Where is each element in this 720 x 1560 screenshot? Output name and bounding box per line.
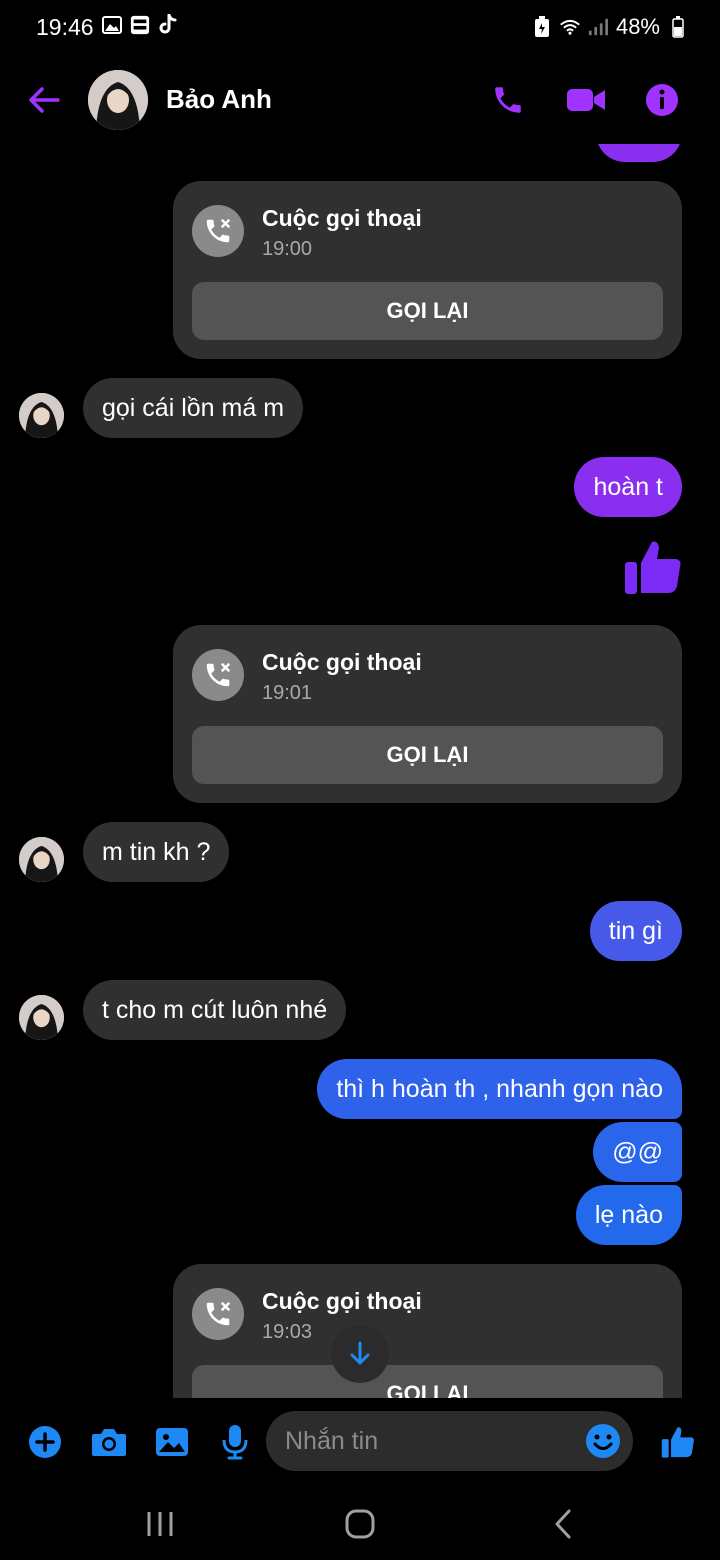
- missed-call-icon: [192, 1288, 244, 1340]
- sender-avatar[interactable]: [19, 393, 64, 438]
- signal-icon: [588, 17, 608, 37]
- system-back-button[interactable]: [543, 1504, 583, 1544]
- call-time: 19:03: [262, 1321, 313, 1343]
- incoming-message[interactable]: t cho m cút luôn nhé: [83, 980, 347, 1040]
- thumbs-up-icon: [661, 1427, 694, 1458]
- call-back-button[interactable]: GỌI LẠI: [192, 726, 663, 784]
- thumbs-up-sticker[interactable]: [622, 536, 684, 598]
- video-camera-icon: [567, 89, 605, 111]
- recent-apps-icon: [147, 1512, 173, 1536]
- camera-button[interactable]: [87, 1420, 131, 1464]
- more-actions-button[interactable]: [23, 1420, 67, 1464]
- missed-call-card: Cuộc gọi thoại 19:01 GỌI LẠI: [173, 625, 682, 803]
- battery-level: 48%: [615, 14, 660, 39]
- camera-icon: [92, 1429, 126, 1456]
- baomoi-icon: [130, 15, 150, 35]
- home-icon: [345, 1509, 375, 1539]
- call-title: Cuộc gọi thoại: [262, 1288, 422, 1314]
- wifi-icon: [560, 17, 580, 37]
- chevron-left-icon: [555, 1509, 571, 1539]
- info-button[interactable]: [640, 78, 684, 122]
- thumbs-up-icon: [625, 541, 681, 594]
- image-icon: [156, 1428, 188, 1456]
- call-title: Cuộc gọi thoại: [262, 205, 422, 231]
- outgoing-message[interactable]: lẹ nào: [575, 1185, 682, 1245]
- call-title: Cuộc gọi thoại: [262, 649, 422, 675]
- outgoing-message[interactable]: hoàn t: [574, 457, 682, 517]
- call-time: 19:00: [262, 238, 313, 260]
- outgoing-message[interactable]: thì h hoàn th , nhanh gọn nào: [317, 1059, 682, 1119]
- emoji-button[interactable]: [585, 1423, 621, 1459]
- incoming-message[interactable]: gọi cái lồn má m: [83, 378, 304, 438]
- message-input-container[interactable]: [266, 1411, 633, 1471]
- chat-header: Bảo Anh: [0, 56, 720, 144]
- send-like-button[interactable]: [656, 1420, 700, 1464]
- missed-call-card: Cuộc gọi thoại 19:00 GỌI LẠI: [173, 181, 682, 359]
- missed-call-card: Cuộc gọi thoại 19:03 GỌI LẠI: [173, 1264, 682, 1398]
- outgoing-message-partial[interactable]: [596, 144, 682, 162]
- system-navigation-bar: [0, 1486, 720, 1560]
- call-back-button[interactable]: GỌI LẠI: [192, 1365, 663, 1398]
- message-list[interactable]: Cuộc gọi thoại 19:00 GỌI LẠI gọi cái lồn…: [0, 144, 720, 1398]
- microphone-icon: [222, 1425, 248, 1460]
- video-call-button[interactable]: [564, 78, 608, 122]
- battery-icon: [668, 16, 688, 38]
- battery-saver-icon: [532, 16, 552, 37]
- status-bar: 19:46 48%: [0, 0, 720, 56]
- arrow-down-icon: [350, 1341, 370, 1365]
- outgoing-message[interactable]: tin gì: [589, 901, 682, 961]
- info-icon: [646, 84, 678, 116]
- outgoing-message[interactable]: @@: [593, 1122, 682, 1182]
- tiktok-icon: [158, 14, 178, 35]
- call-time: 19:01: [262, 682, 313, 704]
- gallery-button[interactable]: [150, 1420, 194, 1464]
- sender-avatar[interactable]: [19, 837, 64, 882]
- plus-circle-icon: [29, 1426, 61, 1458]
- message-input[interactable]: [285, 1411, 575, 1471]
- missed-call-icon: [192, 205, 244, 257]
- contact-avatar[interactable]: [88, 70, 148, 130]
- home-button[interactable]: [340, 1504, 380, 1544]
- back-button[interactable]: [24, 80, 64, 120]
- incoming-message[interactable]: m tin kh ?: [83, 822, 230, 882]
- missed-call-icon: [192, 649, 244, 701]
- sender-avatar[interactable]: [19, 995, 64, 1040]
- voice-call-button[interactable]: [486, 78, 530, 122]
- smiley-icon: [586, 1424, 620, 1458]
- phone-icon: [495, 87, 521, 113]
- status-time: 19:46: [36, 14, 94, 40]
- recent-apps-button[interactable]: [140, 1504, 180, 1544]
- voice-message-button[interactable]: [213, 1420, 257, 1464]
- back-arrow-icon: [29, 87, 60, 113]
- scroll-to-bottom-button[interactable]: [331, 1325, 389, 1383]
- gallery-icon: [102, 15, 122, 35]
- call-back-button[interactable]: GỌI LẠI: [192, 282, 663, 340]
- contact-name[interactable]: Bảo Anh: [166, 84, 272, 115]
- message-composer: [0, 1398, 720, 1486]
